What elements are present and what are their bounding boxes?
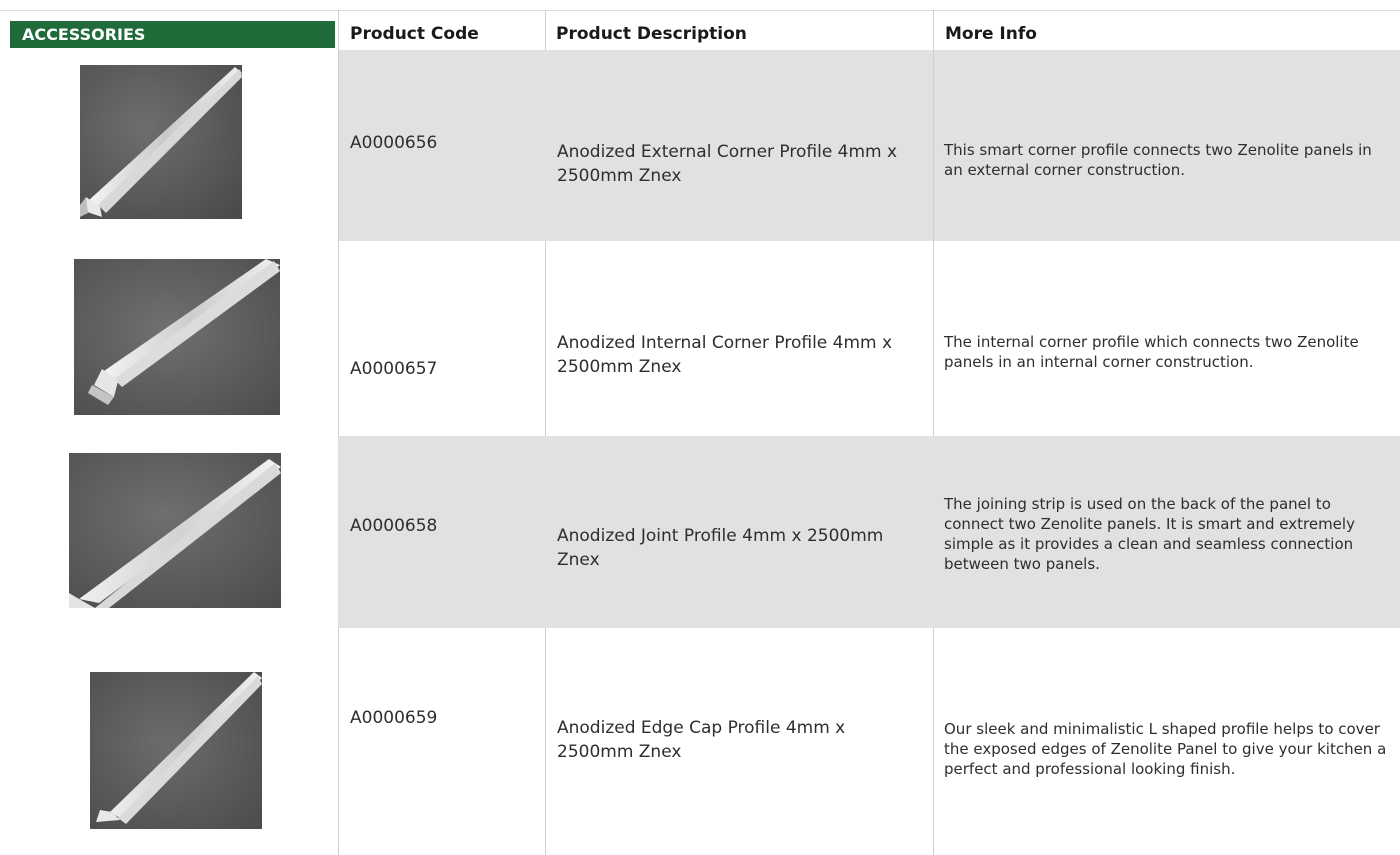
product-row: A0000658 Anodized Joint Profile 4mm x 25…	[0, 436, 1400, 628]
product-description: Anodized External Corner Profile 4mm x 2…	[557, 142, 898, 186]
column-divider	[338, 628, 339, 855]
product-description: Anodized Internal Corner Profile 4mm x 2…	[557, 333, 893, 377]
product-row: A0000659 Anodized Edge Cap Profile 4mm x…	[0, 628, 1400, 855]
image-cell	[10, 241, 335, 436]
column-header-code: Product Code	[350, 24, 479, 44]
product-description: Anodized Joint Profile 4mm x 2500mm Znex	[557, 526, 884, 570]
header-divider	[933, 10, 934, 50]
column-header-description: Product Description	[556, 24, 747, 44]
column-divider	[933, 241, 934, 436]
image-cell	[10, 436, 335, 628]
column-divider	[338, 241, 339, 436]
product-code: A0000659	[350, 708, 438, 728]
external-corner-profile-photo	[80, 65, 242, 219]
product-more-info: The internal corner profile which connec…	[944, 333, 1359, 371]
product-code: A0000657	[350, 359, 438, 379]
product-row: A0000657 Anodized Internal Corner Profil…	[0, 241, 1400, 436]
image-cell	[10, 628, 335, 855]
header-divider	[545, 10, 546, 50]
column-divider	[338, 50, 339, 241]
product-more-info: This smart corner profile connects two Z…	[944, 141, 1372, 179]
top-rule	[0, 10, 1400, 11]
product-code: A0000656	[350, 133, 438, 153]
image-cell	[10, 50, 335, 241]
column-divider	[933, 50, 934, 241]
product-row: A0000656 Anodized External Corner Profil…	[0, 50, 1400, 241]
product-description: Anodized Edge Cap Profile 4mm x 2500mm Z…	[557, 718, 846, 762]
edge-cap-profile-photo	[90, 672, 262, 829]
category-header: ACCESSORIES	[10, 21, 335, 48]
joint-profile-photo	[69, 453, 281, 608]
product-more-info: The joining strip is used on the back of…	[944, 495, 1355, 573]
header-divider	[338, 10, 339, 50]
product-code: A0000658	[350, 516, 438, 536]
internal-corner-profile-photo	[74, 259, 280, 415]
column-header-more-info: More Info	[945, 24, 1037, 44]
column-divider	[933, 628, 934, 855]
product-more-info: Our sleek and minimalistic L shaped prof…	[944, 720, 1387, 778]
column-divider	[545, 628, 546, 855]
column-divider	[545, 241, 546, 436]
